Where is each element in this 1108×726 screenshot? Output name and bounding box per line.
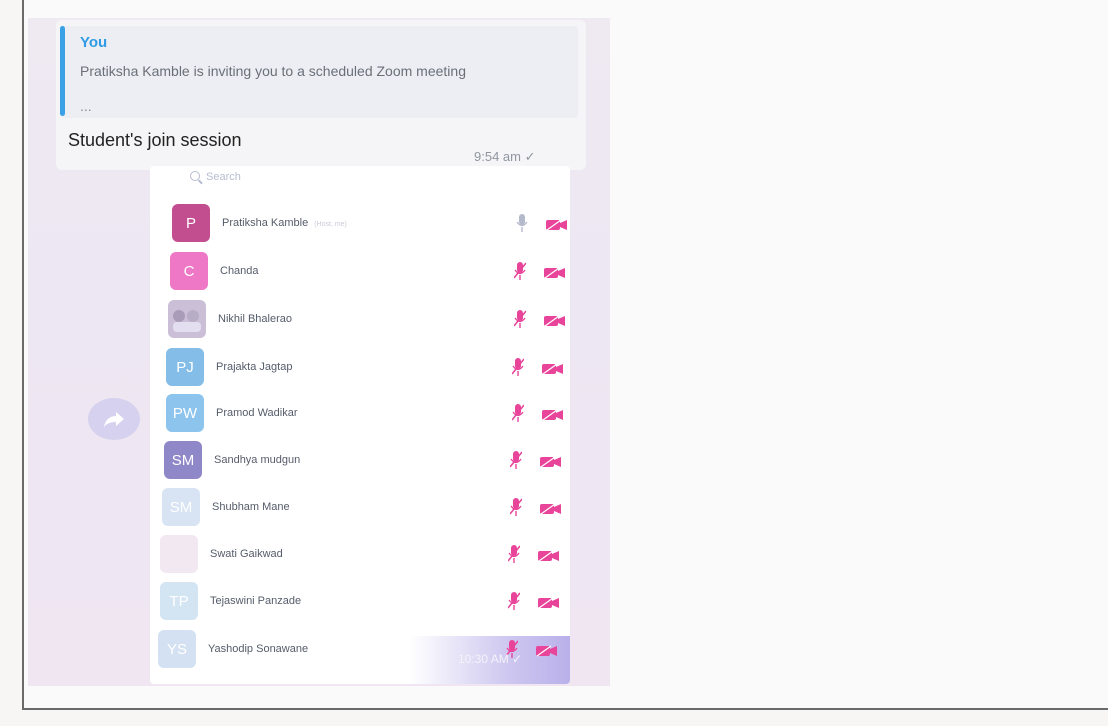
mic-muted-icon[interactable] — [513, 261, 527, 281]
host-label: (Host, me) — [314, 221, 347, 228]
video-off-icon[interactable] — [540, 502, 561, 515]
mic-muted-icon[interactable] — [511, 403, 525, 423]
participant-name: Nikhil Bhalerao — [218, 313, 292, 325]
reply-quote-sender: You — [80, 34, 108, 51]
participant-name: Yashodip Sonawane — [208, 643, 308, 655]
participant-avatar — [168, 300, 206, 338]
mic-icon[interactable] — [516, 213, 528, 233]
reply-quote-bar — [60, 26, 65, 116]
message-caption: Student's join session — [68, 130, 242, 150]
participant-name-text: Chanda — [220, 265, 259, 277]
participant-avatar: SM — [164, 441, 202, 479]
forward-arrow-icon — [104, 412, 124, 427]
video-off-icon[interactable] — [542, 362, 563, 375]
search-icon — [190, 171, 200, 181]
video-off-icon[interactable] — [538, 549, 559, 562]
participant-avatar — [160, 535, 198, 573]
mic-muted-icon[interactable] — [507, 591, 521, 611]
search-placeholder: Search — [206, 171, 241, 183]
mic-muted-icon[interactable] — [509, 450, 523, 470]
mic-muted-icon[interactable] — [509, 497, 523, 517]
avatar-photo-icon — [173, 310, 201, 332]
reply-quote-ellipsis: ... — [80, 98, 92, 114]
participant-name-text: Pratiksha Kamble — [222, 217, 309, 229]
participant-name-text: Swati Gaikwad — [210, 548, 283, 560]
participant-name-text: Prajakta Jagtap — [216, 361, 293, 373]
reply-quote-text: Pratiksha Kamble is inviting you to a sc… — [80, 63, 466, 79]
participant-name: Shubham Mane — [212, 501, 290, 513]
participant-name-text: Shubham Mane — [212, 501, 290, 513]
participant-name: Chanda — [220, 265, 259, 277]
participant-name: Pratiksha Kamble (Host, me) — [222, 217, 347, 229]
participant-name-text: Sandhya mudgun — [214, 454, 301, 466]
participant-name: Swati Gaikwad — [210, 548, 283, 560]
participant-avatar: TP — [160, 582, 198, 620]
participant-name-text: Tejaswini Panzade — [210, 595, 302, 607]
mic-muted-icon[interactable] — [511, 357, 525, 377]
mic-muted-icon[interactable] — [513, 309, 527, 329]
image-timestamp: 10:30 AM ✓ — [458, 652, 523, 666]
video-off-icon[interactable] — [538, 596, 559, 609]
video-off-icon[interactable] — [540, 455, 561, 468]
participant-avatar: YS — [158, 630, 196, 668]
mic-muted-icon[interactable] — [507, 544, 521, 564]
zoom-search-bar[interactable]: Search — [190, 170, 241, 183]
participant-name: Sandhya mudgun — [214, 454, 300, 466]
video-off-icon[interactable] — [546, 218, 567, 231]
video-off-icon[interactable] — [544, 314, 565, 327]
participant-name: Pramod Wadikar — [216, 407, 298, 419]
participant-name-text: Yashodip Sonawane — [208, 643, 309, 655]
message-timestamp: 9:54 am ✓ — [474, 149, 536, 164]
participant-avatar: C — [170, 252, 208, 290]
participant-avatar: SM — [162, 488, 200, 526]
video-off-icon[interactable] — [542, 408, 563, 421]
participant-name-text: Nikhil Bhalerao — [218, 313, 292, 325]
video-off-icon[interactable] — [536, 644, 557, 657]
participant-avatar: PW — [166, 394, 204, 432]
participant-avatar: PJ — [166, 348, 204, 386]
participant-name: Prajakta Jagtap — [216, 361, 292, 373]
participant-name: Tejaswini Panzade — [210, 595, 301, 607]
video-off-icon[interactable] — [544, 266, 565, 279]
participant-name-text: Pramod Wadikar — [216, 407, 298, 419]
forward-button[interactable] — [88, 398, 140, 440]
participant-avatar: P — [172, 204, 210, 242]
